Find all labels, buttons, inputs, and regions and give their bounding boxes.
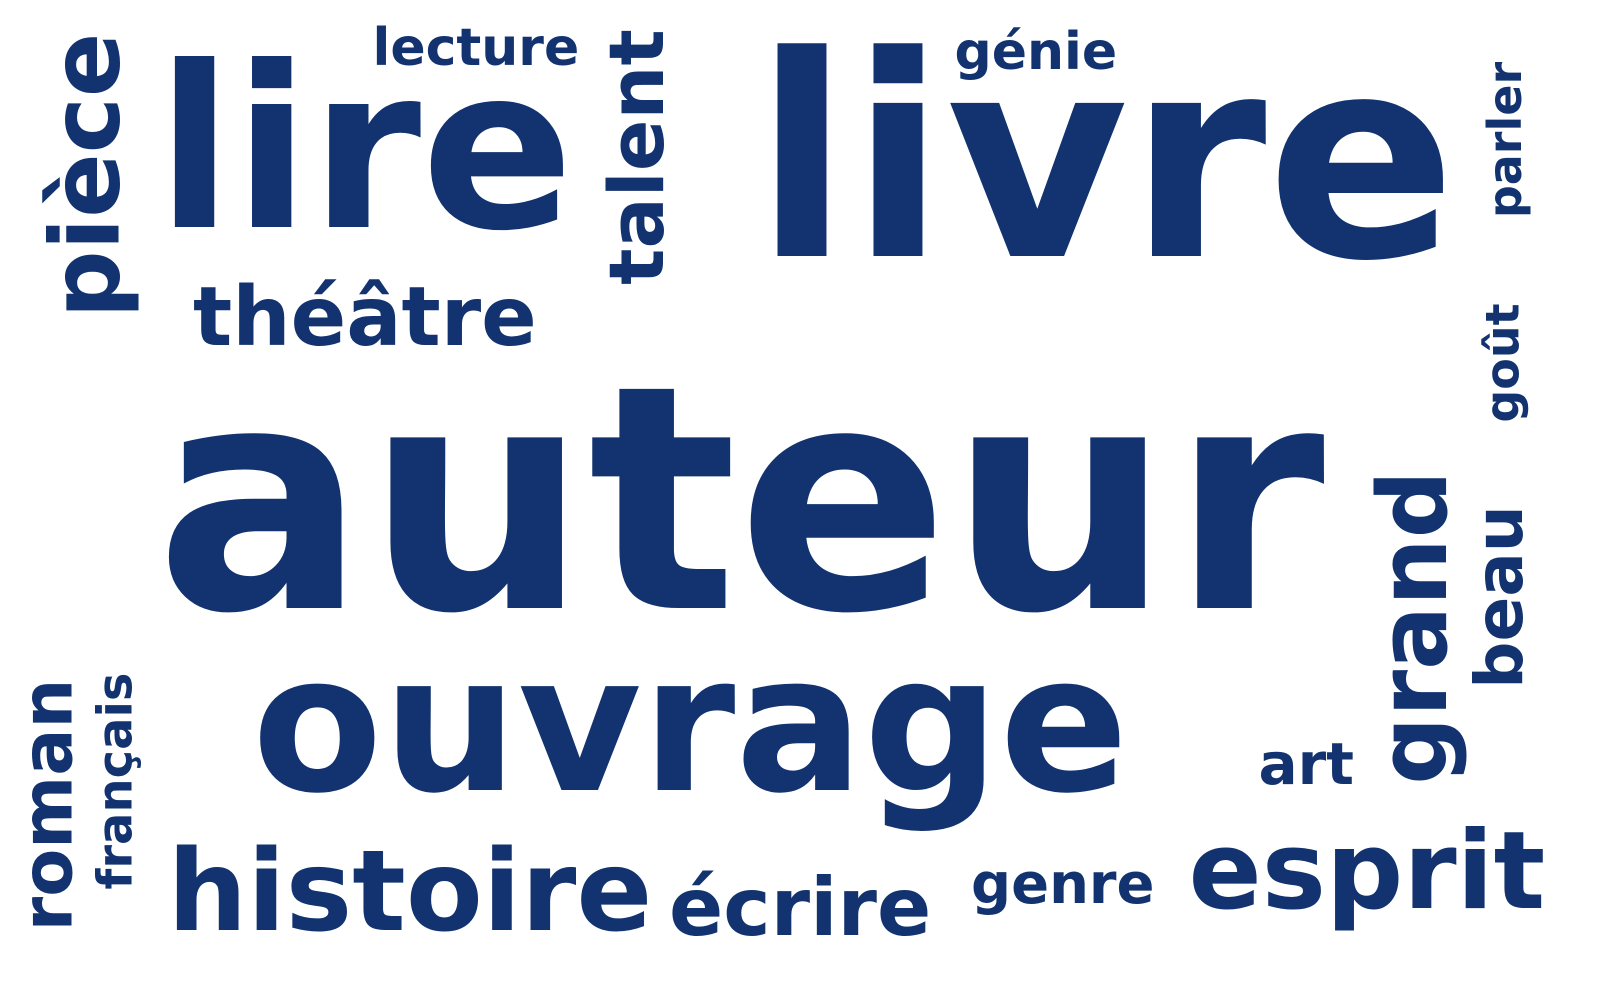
word-lecture: lecture bbox=[372, 18, 580, 78]
word-roman: roman bbox=[5, 678, 88, 932]
word-ouvrage: ouvrage bbox=[252, 614, 1129, 835]
word-grand: grand bbox=[1358, 469, 1469, 785]
word-francais: français bbox=[86, 672, 143, 890]
word-auteur: auteur bbox=[155, 318, 1325, 682]
word-genie: génie bbox=[954, 22, 1118, 82]
word-art: art bbox=[1258, 730, 1354, 798]
word-histoire: histoire bbox=[167, 827, 653, 957]
word-gout: goût bbox=[1475, 303, 1530, 423]
word-piece: pièce bbox=[31, 32, 142, 318]
word-ecrire: écrire bbox=[669, 861, 932, 954]
word-theatre: théâtre bbox=[193, 270, 537, 365]
word-genre: genre bbox=[971, 852, 1155, 917]
word-talent: talent bbox=[591, 29, 681, 285]
word-cloud: auteur livre ouvrage lire histoire théât… bbox=[0, 0, 1600, 1000]
word-parler: parler bbox=[1478, 61, 1533, 219]
word-esprit: esprit bbox=[1188, 809, 1546, 934]
word-beau: beau bbox=[1460, 505, 1538, 689]
